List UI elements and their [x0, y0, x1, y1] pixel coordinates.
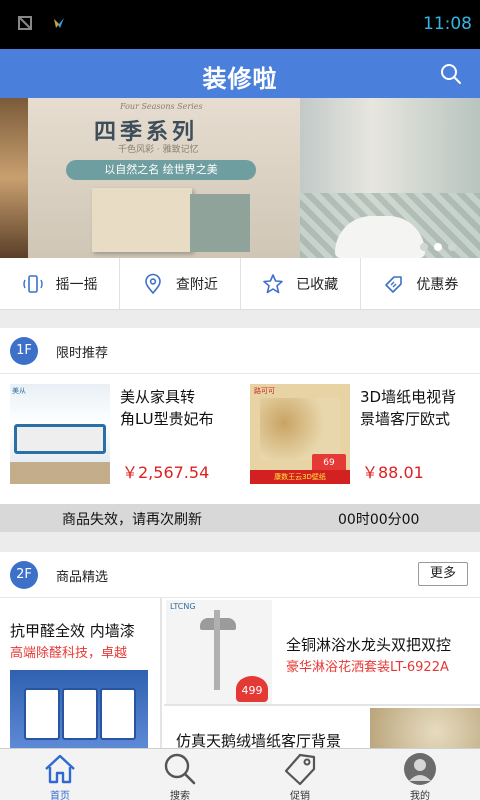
- floor-badge: 1F: [10, 337, 38, 365]
- quick-action-label: 已收藏: [296, 276, 339, 293]
- quick-action-shake[interactable]: 摇一摇: [0, 258, 121, 309]
- featured-products: 抗甲醛全效 内墙漆 高端除醛科技，卓越 LTCNG 499 全铜淋浴水龙头双把双…: [0, 598, 480, 748]
- product-title-line: 角LU型贵妃布: [120, 410, 214, 428]
- location-pin-icon: [145, 273, 161, 294]
- limited-products: 美从 美从家具转 角LU型贵妃布 ￥2,567.54 路可可 69 康数王云3D…: [0, 374, 480, 504]
- product-image-brand: 路可可: [254, 387, 275, 395]
- featured-card-wallpaper[interactable]: 仿真天鹅绒墙纸客厅背景: [164, 708, 480, 748]
- search-icon: [164, 753, 196, 785]
- nav-label: 搜索: [170, 791, 190, 800]
- refresh-bar[interactable]: 商品失效，请再次刷新 00时00分00: [0, 504, 480, 532]
- status-bar: 11:08: [0, 0, 480, 49]
- floor-badge: 2F: [10, 561, 38, 589]
- faucet-image: LTCNG 499: [166, 600, 272, 704]
- more-button[interactable]: 更多: [418, 562, 468, 586]
- paint-image: [10, 670, 148, 748]
- floor-shape: [10, 462, 110, 484]
- section-title: 限时推荐: [56, 346, 109, 361]
- app-notification-icon: [54, 18, 64, 28]
- profile-icon: [404, 753, 436, 785]
- product-title-line: 景墙客厅欧式: [360, 410, 451, 428]
- quick-action-favorites[interactable]: 已收藏: [241, 258, 361, 309]
- shake-phone-icon: [22, 274, 43, 293]
- nav-label: 我的: [410, 791, 430, 800]
- quick-actions: 摇一摇 查附近 已收藏 优惠券: [0, 258, 480, 310]
- nav-profile[interactable]: 我的: [360, 749, 480, 800]
- expire-message: 商品失效，请再次刷新: [62, 512, 202, 528]
- section-featured-header: 2F 商品精选 更多: [0, 552, 480, 598]
- nav-label: 促销: [290, 791, 310, 800]
- quick-action-nearby[interactable]: 查附近: [120, 258, 241, 309]
- section-title: 商品精选: [56, 570, 109, 585]
- quick-action-coupons[interactable]: 优惠券: [361, 258, 480, 309]
- no-sim-icon: [18, 16, 32, 30]
- wallpaper-image: [370, 708, 480, 748]
- status-clock: 11:08: [423, 14, 472, 34]
- featured-title: 仿真天鹅绒墙纸客厅背景: [176, 732, 342, 748]
- paint-can: [62, 688, 98, 740]
- quick-action-label: 摇一摇: [55, 276, 98, 293]
- featured-card-paint[interactable]: 抗甲醛全效 内墙漆 高端除醛科技，卓越: [0, 598, 162, 748]
- nav-label: 首页: [50, 791, 70, 800]
- star-icon: [263, 273, 283, 293]
- product-price: ￥88.01: [362, 463, 424, 482]
- product-image-wallpaper[interactable]: 路可可 69 康数王云3D壁纸: [250, 384, 350, 484]
- nav-search[interactable]: 搜索: [120, 749, 240, 800]
- home-icon: [45, 754, 75, 784]
- tag-icon: [284, 753, 316, 786]
- paint-can: [24, 688, 60, 740]
- paint-can: [100, 688, 136, 740]
- promo-banner[interactable]: [0, 98, 480, 258]
- product-title-line: 美从家具转: [120, 388, 196, 406]
- nav-promotions[interactable]: 促销: [240, 749, 360, 800]
- search-icon[interactable]: [440, 63, 462, 85]
- featured-title: 抗甲醛全效 内墙漆: [10, 622, 135, 640]
- product-title[interactable]: 美从家具转 角LU型贵妃布: [120, 386, 214, 430]
- product-image-brand: LTCNG: [170, 602, 196, 611]
- sofa-shape: [14, 424, 106, 454]
- product-image-price: 499: [236, 676, 268, 702]
- product-image-brand: 美从: [12, 387, 26, 395]
- app-bar: 装修啦: [0, 49, 480, 98]
- wallpaper-pattern: [260, 398, 340, 460]
- nav-home[interactable]: 首页: [0, 749, 120, 800]
- product-title[interactable]: 3D墙纸电视背 景墙客厅欧式: [360, 386, 456, 430]
- banner-board: [28, 98, 300, 258]
- product-title-line: 3D墙纸电视背: [360, 388, 457, 406]
- quick-action-label: 优惠券: [416, 276, 459, 293]
- countdown-timer: 00时00分00: [338, 512, 420, 528]
- shower-pipe: [214, 610, 220, 690]
- product-image-sofa[interactable]: 美从: [10, 384, 110, 484]
- featured-subtitle: 高端除醛科技，卓越: [10, 646, 128, 661]
- quick-action-label: 查附近: [175, 276, 218, 293]
- coupon-icon: [385, 275, 403, 293]
- app-title: 装修啦: [202, 65, 278, 93]
- featured-subtitle: 豪华淋浴花洒套装LT-6922A: [286, 660, 449, 675]
- product-image-strip: 康数王云3D壁纸: [250, 470, 350, 484]
- bottom-nav: 首页 搜索 促销 我的: [0, 748, 480, 800]
- featured-title: 全铜淋浴水龙头双把双控: [286, 636, 452, 654]
- featured-card-faucet[interactable]: LTCNG 499 全铜淋浴水龙头双把双控 豪华淋浴花洒套装LT-6922A: [164, 598, 480, 706]
- section-limited-header: 1F 限时推荐: [0, 328, 480, 374]
- product-price: ￥2,567.54: [122, 463, 210, 482]
- banner-room-image: [0, 98, 28, 258]
